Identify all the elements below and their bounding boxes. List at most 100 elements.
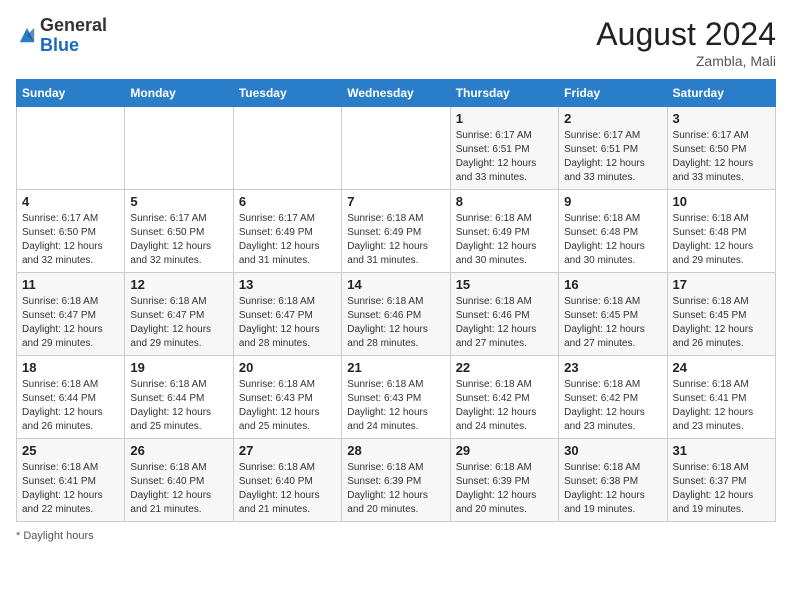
cell-day-number: 30 [564,443,661,458]
cell-info-text: Sunrise: 6:17 AMSunset: 6:49 PMDaylight:… [239,212,336,268]
calendar-table: SundayMondayTuesdayWednesdayThursdayFrid… [16,79,776,522]
cell-day-number: 14 [347,277,444,292]
cell-info-text: Sunrise: 6:17 AMSunset: 6:50 PMDaylight:… [130,212,227,268]
calendar-cell: 24 Sunrise: 6:18 AMSunset: 6:41 PMDayligh… [667,356,775,439]
cell-info-text: Sunrise: 6:18 AMSunset: 6:47 PMDaylight:… [22,295,119,351]
cell-info-text: Sunrise: 6:18 AMSunset: 6:43 PMDaylight:… [347,378,444,434]
calendar-cell: 1Sunrise: 6:17 AMSunset: 6:51 PMDaylight… [450,107,558,190]
calendar-cell: 2 Sunrise: 6:17 AMSunset: 6:51 PMDaylight… [559,107,667,190]
cell-day-number: 12 [130,277,227,292]
calendar-cell: 12 Sunrise: 6:18 AMSunset: 6:47 PMDayligh… [125,273,233,356]
cell-day-number: 23 [564,360,661,375]
cell-info-text: Sunrise: 6:18 AMSunset: 6:48 PMDaylight:… [673,212,770,268]
cell-info-text: Sunrise: 6:18 AMSunset: 6:46 PMDaylight:… [347,295,444,351]
title-area: August 2024 Zambla, Mali [596,16,776,69]
calendar-cell: 11 Sunrise: 6:18 AMSunset: 6:47 PMDayligh… [17,273,125,356]
cell-info-text: Sunrise: 6:18 AMSunset: 6:41 PMDaylight:… [22,461,119,517]
calendar-cell: 16 Sunrise: 6:18 AMSunset: 6:45 PMDayligh… [559,273,667,356]
cell-day-number: 22 [456,360,553,375]
cell-day-number: 11 [22,277,119,292]
cell-info-text: Sunrise: 6:18 AMSunset: 6:44 PMDaylight:… [22,378,119,434]
cell-info-text: Sunrise: 6:18 AMSunset: 6:40 PMDaylight:… [130,461,227,517]
calendar-cell: 13 Sunrise: 6:18 AMSunset: 6:47 PMDayligh… [233,273,341,356]
cell-info-text: Sunrise: 6:18 AMSunset: 6:49 PMDaylight:… [456,212,553,268]
logo-icon [18,26,36,46]
cell-info-text: Sunrise: 6:18 AMSunset: 6:48 PMDaylight:… [564,212,661,268]
cell-day-number: 3 [673,111,770,126]
cell-info-text: Sunrise: 6:18 AMSunset: 6:40 PMDaylight:… [239,461,336,517]
day-header-tuesday: Tuesday [233,80,341,107]
calendar-cell [233,107,341,190]
cell-day-number: 8 [456,194,553,209]
cell-info-text: Sunrise: 6:17 AMSunset: 6:51 PMDaylight:… [564,129,661,185]
cell-day-number: 4 [22,194,119,209]
cell-info-text: Sunrise: 6:17 AMSunset: 6:51 PMDaylight:… [456,129,553,185]
cell-info-text: Sunrise: 6:18 AMSunset: 6:38 PMDaylight:… [564,461,661,517]
cell-day-number: 21 [347,360,444,375]
cell-day-number: 15 [456,277,553,292]
logo-blue-text: Blue [40,36,107,56]
calendar-cell: 17 Sunrise: 6:18 AMSunset: 6:45 PMDayligh… [667,273,775,356]
calendar-cell: 29 Sunrise: 6:18 AMSunset: 6:39 PMDayligh… [450,439,558,522]
cell-day-number: 13 [239,277,336,292]
calendar-cell: 25 Sunrise: 6:18 AMSunset: 6:41 PMDayligh… [17,439,125,522]
cell-day-number: 25 [22,443,119,458]
calendar-cell: 9 Sunrise: 6:18 AMSunset: 6:48 PMDaylight… [559,190,667,273]
cell-info-text: Sunrise: 6:18 AMSunset: 6:39 PMDaylight:… [456,461,553,517]
calendar-cell: 3 Sunrise: 6:17 AMSunset: 6:50 PMDaylight… [667,107,775,190]
cell-info-text: Sunrise: 6:18 AMSunset: 6:47 PMDaylight:… [239,295,336,351]
cell-info-text: Sunrise: 6:18 AMSunset: 6:41 PMDaylight:… [673,378,770,434]
cell-day-number: 19 [130,360,227,375]
calendar-cell: 22 Sunrise: 6:18 AMSunset: 6:42 PMDayligh… [450,356,558,439]
logo-general-text: General [40,16,107,36]
cell-day-number: 10 [673,194,770,209]
cell-day-number: 29 [456,443,553,458]
cell-day-number: 27 [239,443,336,458]
cell-day-number: 9 [564,194,661,209]
calendar-cell: 28Sunrise: 6:18 AMSunset: 6:39 PMDayligh… [342,439,450,522]
day-header-sunday: Sunday [17,80,125,107]
cell-day-number: 20 [239,360,336,375]
cell-info-text: Sunrise: 6:18 AMSunset: 6:47 PMDaylight:… [130,295,227,351]
calendar-cell: 19 Sunrise: 6:18 AMSunset: 6:44 PMDayligh… [125,356,233,439]
week-row-2: 11 Sunrise: 6:18 AMSunset: 6:47 PMDayligh… [17,273,776,356]
cell-day-number: 31 [673,443,770,458]
cell-info-text: Sunrise: 6:18 AMSunset: 6:44 PMDaylight:… [130,378,227,434]
cell-day-number: 17 [673,277,770,292]
logo: General Blue [16,16,107,56]
cell-day-number: 16 [564,277,661,292]
cell-info-text: Sunrise: 6:18 AMSunset: 6:45 PMDaylight:… [564,295,661,351]
calendar-cell: 27 Sunrise: 6:18 AMSunset: 6:40 PMDayligh… [233,439,341,522]
cell-info-text: Sunrise: 6:17 AMSunset: 6:50 PMDaylight:… [22,212,119,268]
cell-day-number: 6 [239,194,336,209]
cell-day-number: 24 [673,360,770,375]
cell-day-number: 28 [347,443,444,458]
day-header-saturday: Saturday [667,80,775,107]
day-header-wednesday: Wednesday [342,80,450,107]
cell-day-number: 18 [22,360,119,375]
calendar-body: 1Sunrise: 6:17 AMSunset: 6:51 PMDaylight… [17,107,776,522]
calendar-cell: 30 Sunrise: 6:18 AMSunset: 6:38 PMDayligh… [559,439,667,522]
cell-info-text: Sunrise: 6:18 AMSunset: 6:45 PMDaylight:… [673,295,770,351]
calendar-cell: 8 Sunrise: 6:18 AMSunset: 6:49 PMDaylight… [450,190,558,273]
calendar-cell: 18 Sunrise: 6:18 AMSunset: 6:44 PMDayligh… [17,356,125,439]
cell-day-number: 7 [347,194,444,209]
cell-info-text: Sunrise: 6:18 AMSunset: 6:42 PMDaylight:… [456,378,553,434]
cell-info-text: Sunrise: 6:17 AMSunset: 6:50 PMDaylight:… [673,129,770,185]
calendar-cell: 5Sunrise: 6:17 AMSunset: 6:50 PMDaylight… [125,190,233,273]
day-header-friday: Friday [559,80,667,107]
day-header-thursday: Thursday [450,80,558,107]
subtitle: Zambla, Mali [596,53,776,69]
week-row-4: 25 Sunrise: 6:18 AMSunset: 6:41 PMDayligh… [17,439,776,522]
week-row-0: 1Sunrise: 6:17 AMSunset: 6:51 PMDaylight… [17,107,776,190]
calendar-cell: 7 Sunrise: 6:18 AMSunset: 6:49 PMDaylight… [342,190,450,273]
calendar-cell [17,107,125,190]
calendar-cell: 20Sunrise: 6:18 AMSunset: 6:43 PMDayligh… [233,356,341,439]
cell-day-number: 2 [564,111,661,126]
cell-info-text: Sunrise: 6:18 AMSunset: 6:49 PMDaylight:… [347,212,444,268]
cell-info-text: Sunrise: 6:18 AMSunset: 6:42 PMDaylight:… [564,378,661,434]
week-row-1: 4 Sunrise: 6:17 AMSunset: 6:50 PMDaylight… [17,190,776,273]
month-title: August 2024 [596,16,776,53]
calendar-cell: 15Sunrise: 6:18 AMSunset: 6:46 PMDayligh… [450,273,558,356]
daylight-label: Daylight hours [23,530,93,542]
